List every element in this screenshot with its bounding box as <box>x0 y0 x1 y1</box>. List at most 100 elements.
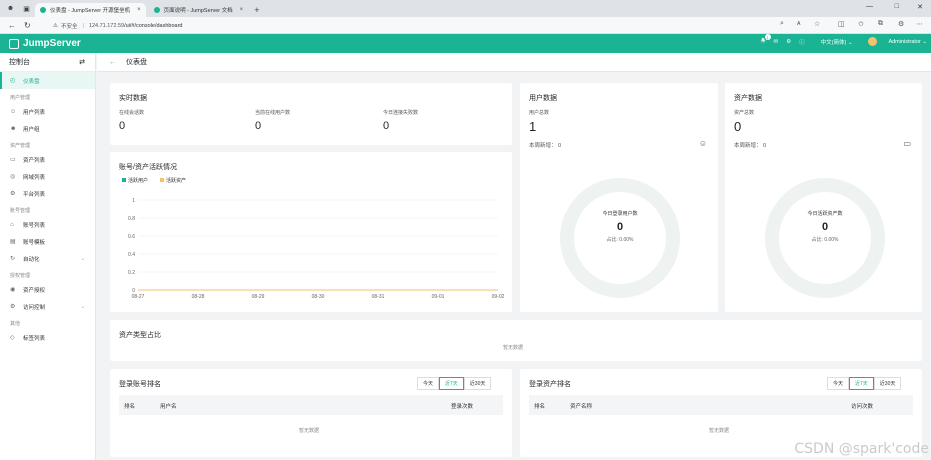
switch-view-icon[interactable]: ⇄ <box>79 58 85 66</box>
donut-title: 今日活跃资产数 <box>807 211 843 217</box>
minimize-icon[interactable]: — <box>866 3 873 10</box>
sidebar-item[interactable]: ◎ 网域列表 <box>0 168 95 185</box>
sidebar: 控制台 ⇄ ◴ 仪表盘 用户管理 ☺ 用户列表 ☻ 用户组 资产管理 ▭ 资产列表 ◎ 网域列表 ⚙ 平台… <box>0 53 96 460</box>
range-today[interactable]: 今天 <box>417 377 440 390</box>
favorites-icon[interactable]: ✩ <box>858 20 864 28</box>
more-icon[interactable]: ⋯ <box>916 20 923 28</box>
online-sessions-label: 在线会话数 <box>119 110 145 116</box>
sidebar-item-label: 资产授权 <box>23 287 46 294</box>
card-title: 实时数据 <box>119 95 147 102</box>
donut-percent: 占比: 0.00% <box>811 237 839 243</box>
sidebar-item-label: 仪表盘 <box>23 78 40 85</box>
sidebar-item-label: 平台列表 <box>23 191 46 198</box>
back-arrow-icon[interactable]: ← <box>109 59 116 66</box>
chevron-down-icon: ⌄ <box>80 303 85 310</box>
browser-tab-docs[interactable]: 页面说明 - JumpServer 文档 × <box>149 3 249 17</box>
app-header: JumpServer 🕭 1 ✉ ⚙ ⓘ 中文(简体) ⌄ Administrat… <box>0 34 931 53</box>
asset-total-value: 0 <box>734 119 742 134</box>
user-name: Administrator <box>888 38 921 45</box>
user-menu[interactable]: Administrator ⌄ <box>860 37 927 46</box>
column-login-count: 登录次数 <box>451 404 474 410</box>
x-tick-label: 08-29 <box>252 294 265 300</box>
collections-icon[interactable]: ⧉ <box>878 20 883 28</box>
url-path: /ui/#/console/dashboard <box>124 22 183 29</box>
close-window-icon[interactable]: ✕ <box>917 3 923 11</box>
reload-icon[interactable]: ↻ <box>24 21 31 30</box>
range-7days[interactable]: 近7天 <box>849 377 874 390</box>
range-7days[interactable]: 近7天 <box>439 377 464 390</box>
sidebar-item[interactable]: ◉ 资产授权 <box>0 281 95 298</box>
x-tick-label: 09-02 <box>492 294 505 300</box>
read-aloud-icon[interactable]: ᴀ <box>797 20 800 27</box>
profile-icon[interactable]: ☻ <box>5 3 16 14</box>
notification-badge: 1 <box>764 34 771 40</box>
brand-name: JumpServer <box>23 38 81 49</box>
sidebar-item[interactable]: ☻ 用户组 <box>0 120 95 137</box>
chevron-down-icon: ⌄ <box>80 255 85 262</box>
asset-total-label: 资产总数 <box>734 110 755 116</box>
user-total-label: 用户总数 <box>529 110 550 116</box>
browser-tab-dashboard[interactable]: 仪表盘 - JumpServer 开源堡垒机 × <box>35 3 146 17</box>
failed-connections-value: 0 <box>383 120 390 132</box>
close-tab-icon[interactable]: × <box>137 7 141 13</box>
card-title: 用户数据 <box>529 95 557 102</box>
bell-icon[interactable]: 🕭 1 <box>761 34 771 46</box>
url-host: 124.71.172.59 <box>88 22 125 29</box>
extensions-icon[interactable]: ⚙ <box>898 20 904 28</box>
sidebar-item-label: 用户组 <box>23 126 40 133</box>
settings-icon[interactable]: ⚙ <box>786 39 791 45</box>
zoom-icon[interactable]: ⌕ <box>780 20 784 28</box>
jumpserver-logo[interactable]: JumpServer <box>9 38 81 49</box>
legend-label: 活跃用户 <box>128 177 148 184</box>
help-icon[interactable]: ⓘ <box>799 38 805 46</box>
sidebar-item-label: 资产列表 <box>23 157 46 164</box>
donut-center: 今日登录用户数 0 占比: 0.00% <box>570 210 670 243</box>
new-tab-button[interactable]: + <box>254 5 259 15</box>
column-username: 用户名 <box>160 404 177 410</box>
legend-label: 活跃资产 <box>166 177 186 184</box>
donut-percent: 占比: 0.00% <box>606 237 634 243</box>
sidebar-menu: ◴ 仪表盘 用户管理 ☺ 用户列表 ☻ 用户组 资产管理 ▭ 资产列表 ◎ 网域列表 ⚙ 平台列表 账号管理… <box>0 72 95 346</box>
y-tick-label: 0.6 <box>128 234 135 240</box>
sidebar-item[interactable]: ◴ 仪表盘 <box>0 72 95 89</box>
sidebar-item[interactable]: ⚙ 访问控制 ⌄ <box>0 298 95 315</box>
close-tab-icon[interactable]: × <box>240 7 244 13</box>
sidebar-item[interactable]: ☺ 用户列表 <box>0 103 95 120</box>
column-rank: 排名 <box>124 404 136 410</box>
favorite-star-icon[interactable]: ☆ <box>814 20 820 28</box>
online-users-label: 当前在线用户数 <box>255 110 291 116</box>
sidebar-item[interactable]: ↻ 自动化 ⌄ <box>0 250 95 267</box>
card-title: 资产类型占比 <box>119 332 161 339</box>
dashboard-icon: ◴ <box>10 78 16 84</box>
sidebar-item[interactable]: ▤ 账号模板 <box>0 233 95 250</box>
user-total-value: 1 <box>529 119 537 134</box>
maximize-icon[interactable]: □ <box>895 3 899 10</box>
column-visit-count: 访问次数 <box>851 404 874 410</box>
range-today[interactable]: 今天 <box>827 377 850 390</box>
message-icon[interactable]: ✉ <box>774 39 779 45</box>
sidebar-item[interactable]: ▭ 资产列表 <box>0 151 95 168</box>
tag-icon: ◇ <box>10 335 15 341</box>
breadcrumb: ← 仪表盘 <box>97 53 931 72</box>
y-tick-label: 0.4 <box>128 252 135 258</box>
workspaces-icon[interactable]: ▣ <box>21 3 32 14</box>
donut-value: 0 <box>616 221 624 233</box>
sidebar-item[interactable]: ◇ 标签列表 <box>0 329 95 346</box>
asset-type-card: 资产类型占比 暂无数据 <box>110 320 922 361</box>
week-new-value: 0 <box>558 143 562 149</box>
permission-icon: ◉ <box>10 287 16 293</box>
sidebar-item[interactable]: ⚙ 平台列表 <box>0 185 95 202</box>
back-icon[interactable]: ← <box>8 21 16 30</box>
lock-icon: ⌂ <box>10 221 14 228</box>
range-30days[interactable]: 近30天 <box>463 377 492 390</box>
url-field[interactable]: ⚠ 不安全 | 124.71.172.59 /ui/#/console/dash… <box>53 20 713 31</box>
donut-center: 今日活跃资产数 0 占比: 0.00% <box>775 210 875 243</box>
language-selector[interactable]: 中文(简体) ⌄ <box>813 38 853 46</box>
online-sessions-value: 0 <box>119 120 126 132</box>
x-tick-label: 08-31 <box>372 294 385 300</box>
tab-title: 仪表盘 - JumpServer 开源堡垒机 <box>50 8 131 14</box>
split-screen-icon[interactable]: ◫ <box>838 20 845 28</box>
table-header: 排名 用户名 登录次数 <box>119 395 503 415</box>
sidebar-item[interactable]: ⌂ 账号列表 <box>0 216 95 233</box>
range-30days[interactable]: 近30天 <box>873 377 902 390</box>
